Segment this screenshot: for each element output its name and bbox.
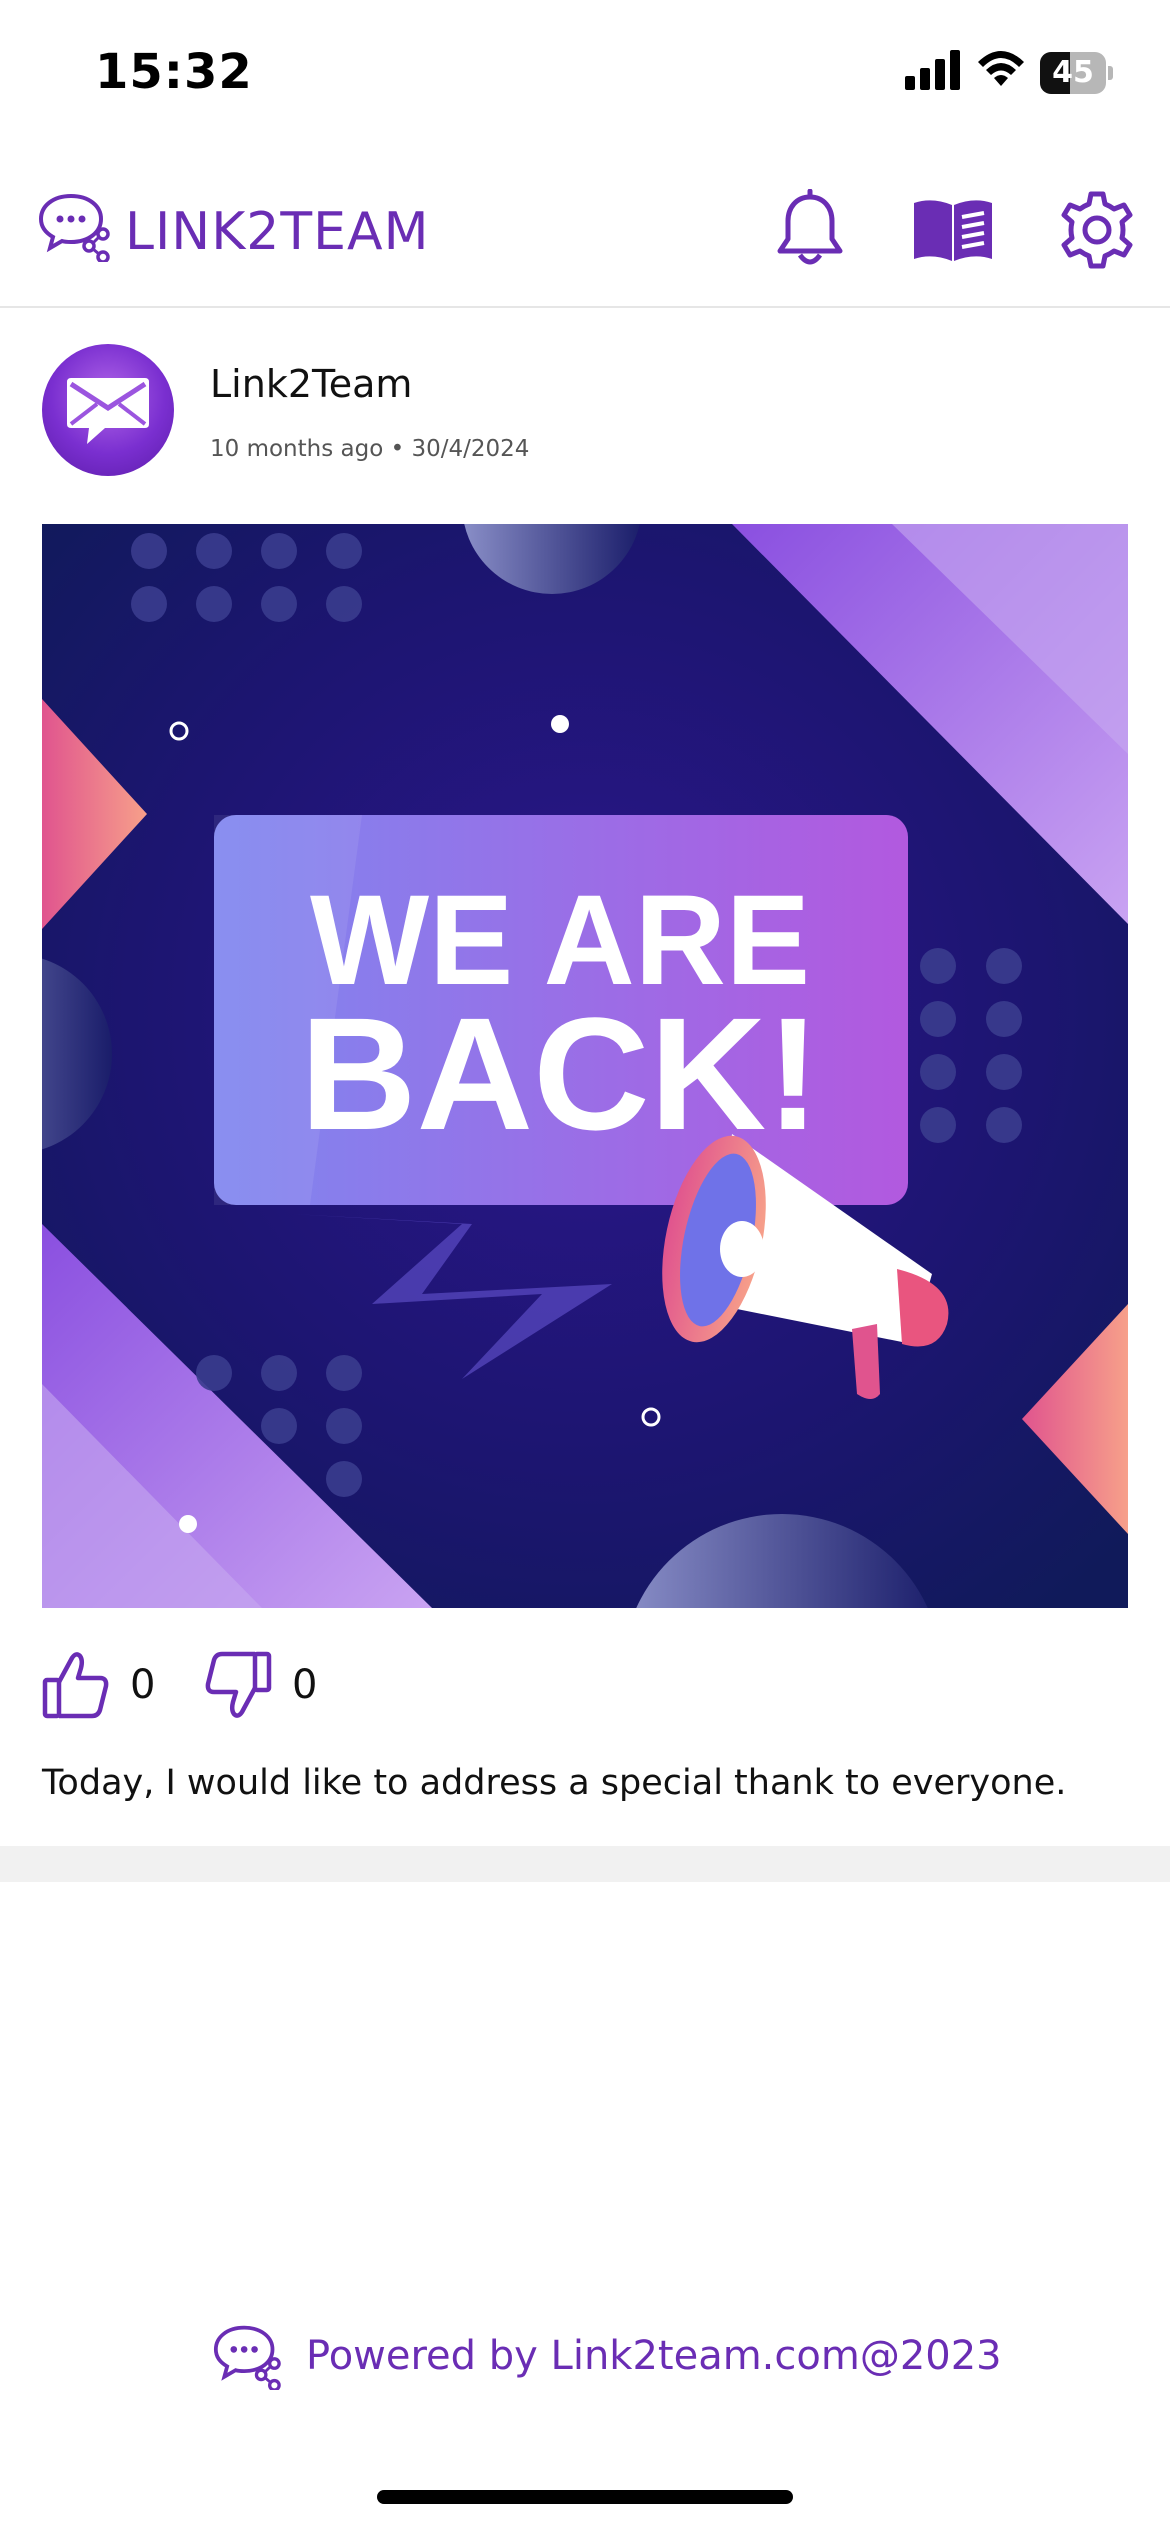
post-meta: 10 months ago • 30/4/2024 <box>210 436 530 462</box>
footer-powered-by-link[interactable]: Powered by Link2team.com@2023 <box>306 2333 1002 2379</box>
app-header: LINK2TEAM <box>0 160 1170 308</box>
brand-name: LINK2TEAM <box>125 202 430 262</box>
status-bar: 15:32 45 <box>0 0 1170 150</box>
home-indicator[interactable] <box>377 2490 793 2504</box>
section-divider <box>0 1846 1170 1882</box>
battery-level: 45 <box>1052 55 1094 90</box>
dislike-button[interactable]: 0 <box>204 1648 317 1722</box>
settings-button[interactable] <box>1052 185 1142 275</box>
thumbs-down-icon <box>205 1651 272 1718</box>
we-are-back-illustration: WE ARE BACK! <box>42 524 1128 1608</box>
dislike-count: 0 <box>292 1662 318 1708</box>
status-time: 15:32 <box>95 44 253 100</box>
post-card: Link2Team 10 months ago • 30/4/2024 WE A… <box>0 308 1170 1846</box>
wifi-icon <box>978 51 1024 86</box>
chat-share-logo-icon <box>38 193 110 262</box>
bell-icon <box>777 189 843 265</box>
book-icon <box>914 200 992 261</box>
thumbs-up-icon <box>42 1652 109 1719</box>
guide-button[interactable] <box>908 185 998 275</box>
notifications-button[interactable] <box>765 185 855 275</box>
author-avatar[interactable] <box>42 344 174 476</box>
post-author[interactable]: Link2Team <box>210 362 412 406</box>
post-image[interactable]: WE ARE BACK! <box>42 524 1128 1608</box>
footer: Powered by Link2team.com@2023 <box>210 2316 1002 2396</box>
image-headline-line2: BACK! <box>300 984 820 1163</box>
chat-share-logo-icon <box>213 2325 281 2390</box>
battery-icon: 45 <box>1040 52 1113 94</box>
gear-icon <box>1061 191 1133 269</box>
like-button[interactable]: 0 <box>42 1648 155 1722</box>
post-caption: Today, I would like to address a special… <box>42 1763 1067 1803</box>
cellular-signal-icon <box>905 50 960 90</box>
like-count: 0 <box>130 1662 156 1708</box>
mail-chat-icon <box>67 378 149 444</box>
